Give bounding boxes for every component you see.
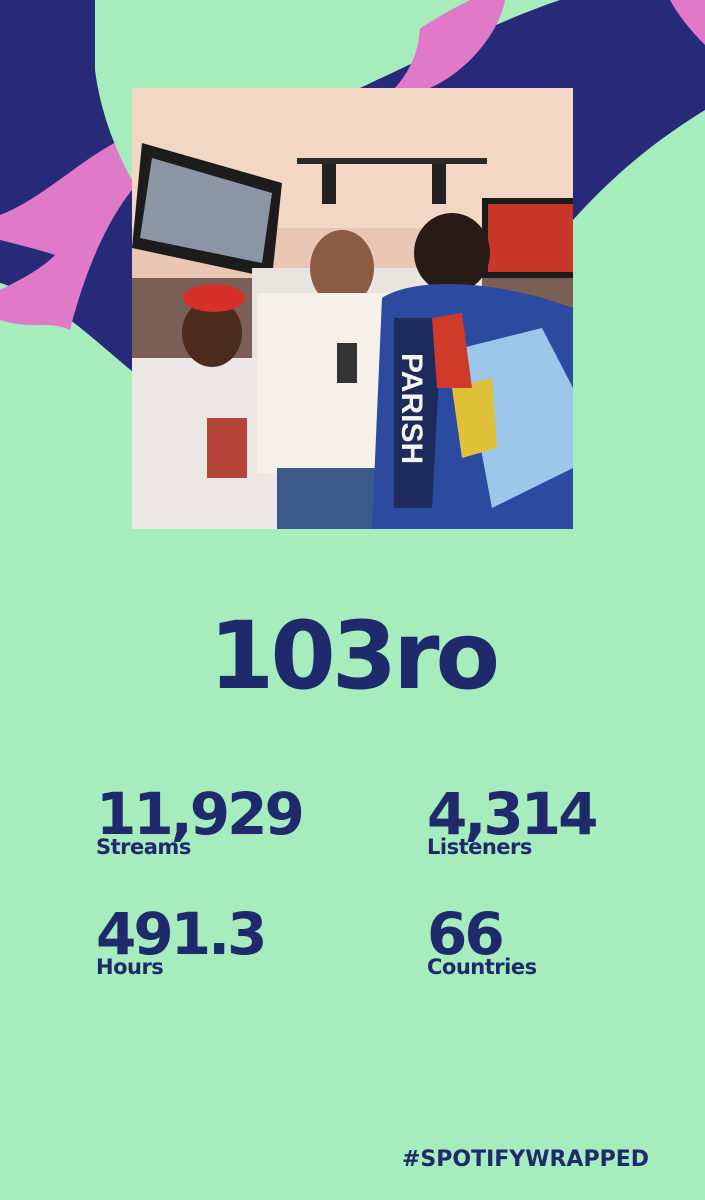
artist-name: 103ro (208, 602, 500, 711)
spotify-wrapped-hashtag: #SPOTIFYWRAPPED (401, 1147, 649, 1172)
stat-hours: 491.3 Hours (96, 904, 267, 978)
stat-listeners: 4,314 Listeners (427, 784, 598, 858)
stat-countries: 66 Countries (427, 904, 537, 978)
svg-text:PARISH: PARISH (395, 353, 428, 464)
artist-photo: PARISH (132, 88, 573, 529)
stat-streams: 11,929 Streams (96, 784, 305, 858)
stat-label: Countries (427, 955, 537, 979)
